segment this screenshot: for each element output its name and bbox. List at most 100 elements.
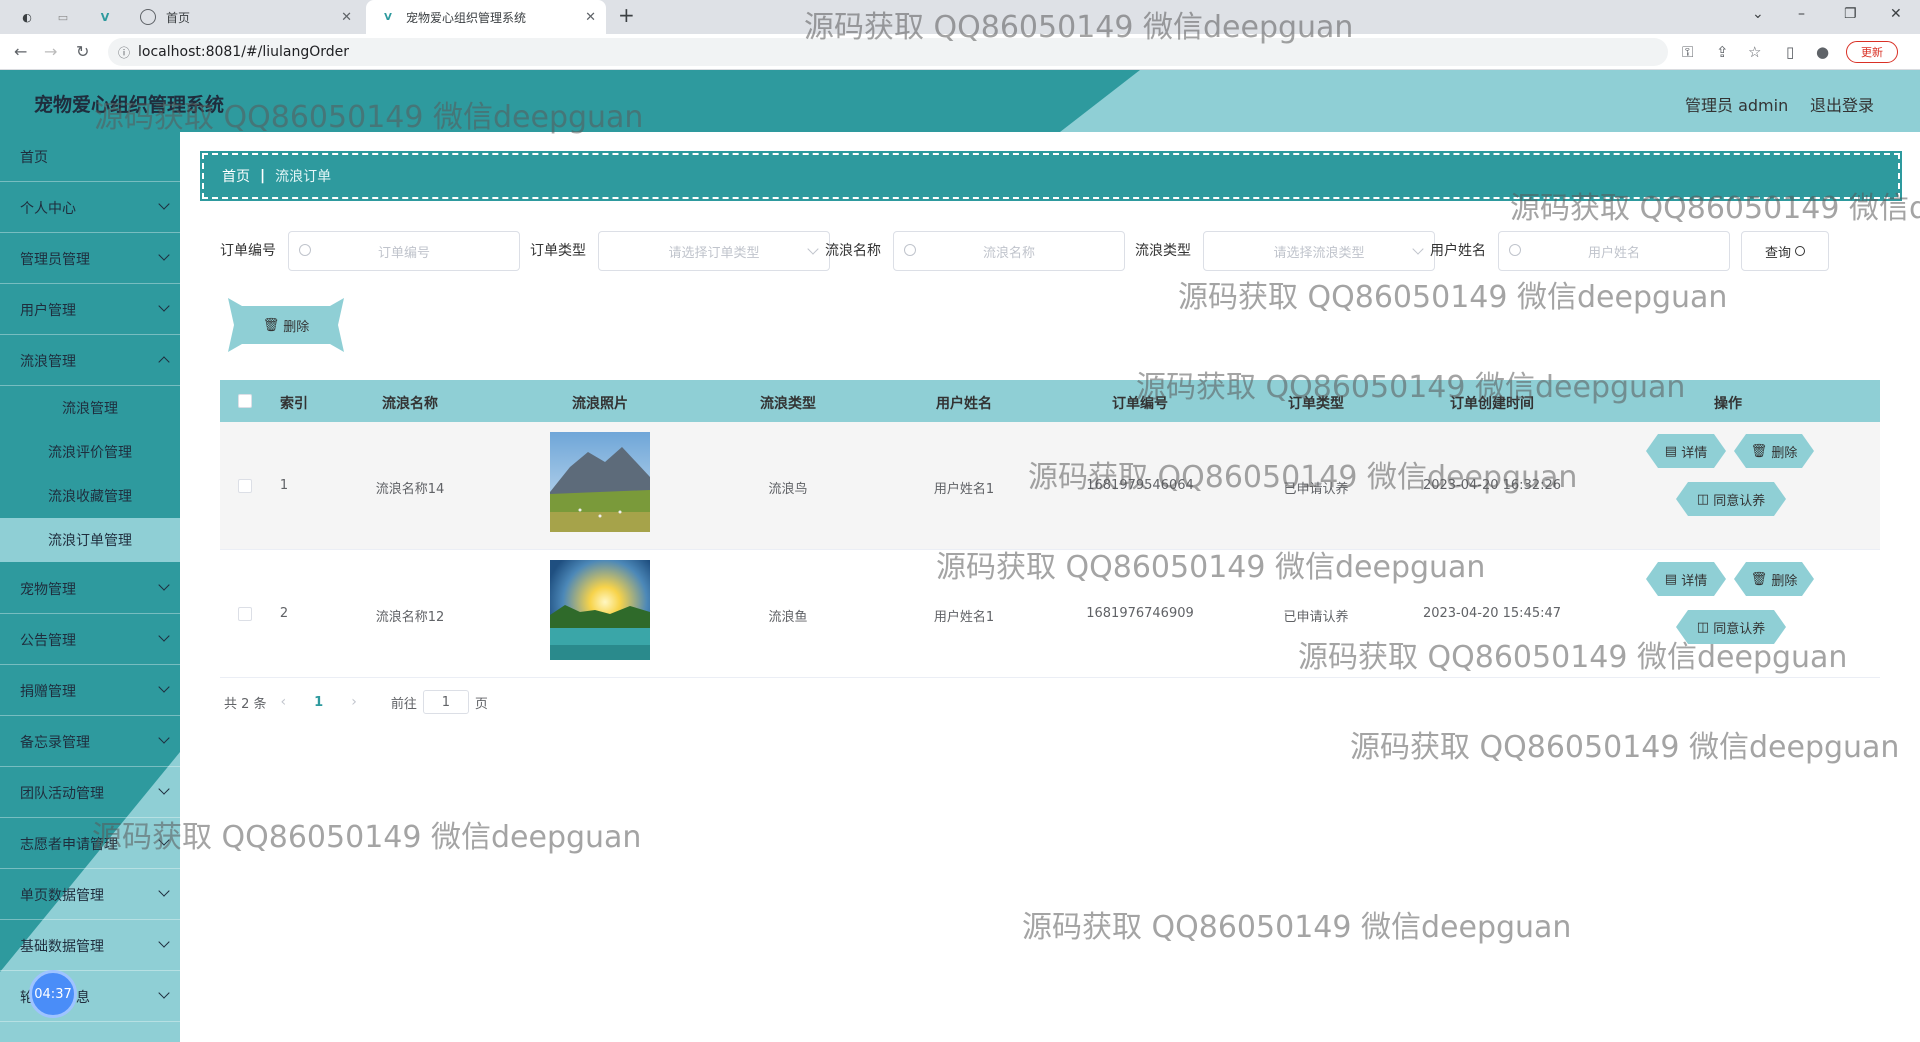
vue-tab-icon[interactable]: V (96, 8, 114, 26)
tab-search-icon[interactable]: ⌄ (1752, 6, 1764, 22)
order-no-input[interactable]: 订单编号 (288, 231, 520, 271)
forward-icon[interactable]: → (44, 42, 57, 61)
order-no-label: 订单编号 (220, 243, 276, 259)
url-bar[interactable]: ⓘ localhost:8081/#/liulangOrder (108, 38, 1668, 66)
update-button[interactable]: 更新 (1846, 41, 1898, 63)
order-type-placeholder: 请选择订单类型 (668, 245, 760, 261)
search-icon (1509, 244, 1521, 256)
search-icon (904, 244, 916, 256)
cell-created-time: 2023-04-20 15:45:47 (1422, 606, 1562, 621)
trash-icon: 🗑 (1750, 443, 1772, 459)
sidebar-item-users[interactable]: 用户管理 (0, 285, 180, 335)
sidebar-item-stray[interactable]: 流浪管理 (0, 336, 180, 386)
sidepanel-icon[interactable]: ▯ (1786, 43, 1794, 61)
cell-order-no: 1681979546064 (1086, 478, 1194, 493)
cell-name: 流浪名称14 (375, 482, 445, 497)
watermark: 源码获取 QQ86050149 微信deepguan (1178, 280, 1728, 315)
chevron-down-icon (158, 783, 170, 795)
logout-link[interactable]: 退出登录 (1810, 92, 1874, 116)
recording-timer: 04:37 (29, 970, 77, 1018)
info-icon[interactable]: ⓘ (118, 44, 130, 61)
sidebar-item-base-data[interactable]: 基础数据管理 (0, 921, 180, 971)
sidebar-subitem-stray[interactable]: 流浪管理 (0, 386, 180, 430)
sidebar-subitem-stray-favorite[interactable]: 流浪收藏管理 (0, 474, 180, 518)
bulk-delete-label: 删除 (283, 319, 310, 335)
new-tab-icon[interactable]: + (618, 3, 635, 27)
sidebar-item-label: 用户管理 (20, 302, 76, 319)
sidebar-item-label: 个人中心 (20, 200, 76, 217)
chevron-down-icon (158, 630, 170, 642)
pager-goto-label: 前往 (390, 696, 417, 712)
sidebar-item-donations[interactable]: 捐赠管理 (0, 666, 180, 716)
stray-photo-mountain[interactable] (550, 432, 650, 532)
page-jump-input[interactable]: 1 (422, 690, 469, 714)
close-tab-icon[interactable]: ✕ (341, 10, 352, 25)
prev-page-icon[interactable]: ‹ (281, 694, 287, 710)
query-button[interactable]: 查询 (1741, 231, 1829, 271)
close-window-icon[interactable]: ✕ (1890, 6, 1902, 22)
sidebar: 首页 个人中心 管理员管理 用户管理 流浪管理 流浪管理 流浪评价管理 流浪收藏… (0, 132, 180, 1042)
cell-index: 2 (279, 606, 289, 621)
bulk-delete-button[interactable]: 🗑 删除 (228, 298, 344, 352)
agree-label: 同意认养 (1713, 621, 1766, 637)
name-input[interactable]: 流浪名称 (893, 231, 1125, 271)
chevron-down-icon (158, 249, 170, 261)
sidebar-item-label: 志愿者申请管理 (20, 836, 118, 853)
page-number[interactable]: 1 (314, 695, 323, 710)
star-icon[interactable]: ☆ (1748, 43, 1761, 61)
sidebar-item-team-activity[interactable]: 团队活动管理 (0, 768, 180, 818)
next-page-icon[interactable]: › (351, 694, 357, 710)
chevron-down-icon (158, 681, 170, 693)
cell-index: 1 (279, 478, 289, 493)
sidebar-item-memos[interactable]: 备忘录管理 (0, 717, 180, 767)
sidebar-item-volunteer[interactable]: 志愿者申请管理 (0, 819, 180, 869)
delete-button[interactable]: 🗑 删除 (1734, 434, 1814, 468)
cell-user: 用户姓名1 (933, 610, 995, 625)
chevron-down-icon (158, 936, 170, 948)
sidebar-item-admins[interactable]: 管理员管理 (0, 234, 180, 284)
key-icon[interactable]: ⚿ (1682, 43, 1693, 61)
address-bar: ← → ↻ ⓘ localhost:8081/#/liulangOrder ⚿ … (0, 34, 1920, 70)
maximize-icon[interactable]: ❐ (1844, 6, 1857, 22)
breadcrumb-home[interactable]: 首页 (222, 166, 250, 186)
reload-icon[interactable]: ↻ (76, 42, 89, 61)
row-checkbox[interactable] (238, 607, 252, 621)
search-icon (1795, 246, 1805, 256)
stray-photo-sunset[interactable] (550, 560, 650, 660)
tab-favicon-icon[interactable]: ◐ (18, 8, 36, 26)
cell-user: 用户姓名1 (933, 482, 995, 497)
select-all-checkbox[interactable] (238, 394, 252, 408)
tab-home[interactable]: 首页 ✕ (132, 0, 362, 34)
detail-label: 详情 (1681, 573, 1708, 589)
user-input[interactable]: 用户姓名 (1498, 231, 1730, 271)
type-select[interactable]: 请选择流浪类型 (1203, 231, 1435, 271)
minimize-icon[interactable]: – (1798, 6, 1805, 22)
trash-icon: 🗑 (1750, 571, 1772, 587)
chevron-down-icon (158, 834, 170, 846)
row-checkbox[interactable] (238, 479, 252, 493)
sidebar-subitem-stray-review[interactable]: 流浪评价管理 (0, 430, 180, 474)
file-icon: ▤ (1664, 443, 1682, 459)
detail-button[interactable]: ▤ 详情 (1646, 434, 1726, 468)
delete-button[interactable]: 🗑 删除 (1734, 562, 1814, 596)
agree-adopt-button[interactable]: ◫ 同意认养 (1676, 482, 1786, 516)
sidebar-subitem-stray-order[interactable]: 流浪订单管理 (0, 518, 180, 562)
tab-active[interactable]: V 宠物爱心组织管理系统 ✕ (366, 0, 606, 34)
pinned-tab-icon[interactable]: ▭ (54, 8, 72, 26)
sidebar-item-pets[interactable]: 宠物管理 (0, 564, 180, 614)
share-icon[interactable]: ⇪ (1716, 43, 1729, 61)
sidebar-item-profile[interactable]: 个人中心 (0, 183, 180, 233)
globe-icon (140, 9, 156, 25)
close-tab-icon[interactable]: ✕ (585, 10, 596, 25)
back-icon[interactable]: ← (14, 42, 27, 61)
profile-icon[interactable]: ● (1816, 43, 1829, 61)
sidebar-item-carousel[interactable]: 轮播图信息 (0, 972, 180, 1022)
app-header: 宠物爱心组织管理系统 管理员 admin 退出登录 (0, 70, 1920, 132)
order-type-select[interactable]: 请选择订单类型 (598, 231, 830, 271)
query-label: 查询 (1764, 245, 1791, 261)
sidebar-item-notices[interactable]: 公告管理 (0, 615, 180, 665)
sidebar-item-home[interactable]: 首页 (0, 132, 180, 182)
agree-adopt-button[interactable]: ◫ 同意认养 (1676, 610, 1786, 644)
sidebar-item-single-page[interactable]: 单页数据管理 (0, 870, 180, 920)
detail-button[interactable]: ▤ 详情 (1646, 562, 1726, 596)
